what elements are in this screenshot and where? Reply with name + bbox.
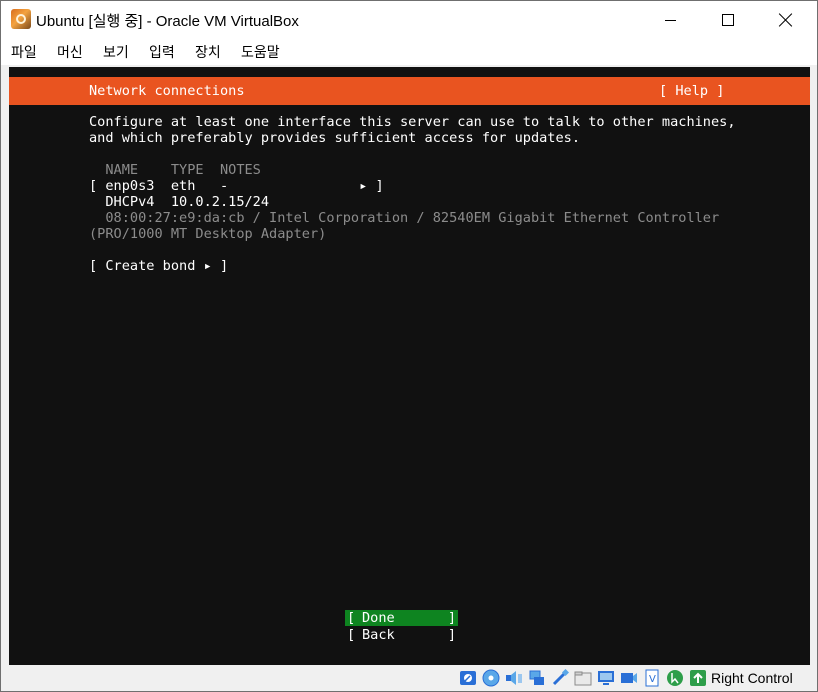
- interface-address: DHCPv4 10.0.2.15/24: [89, 194, 270, 210]
- create-bond-button[interactable]: [ Create bond ▸ ]: [89, 258, 228, 274]
- help-button[interactable]: [ Help ]: [659, 83, 724, 99]
- usb-icon[interactable]: [551, 668, 570, 687]
- minimize-button[interactable]: [647, 1, 693, 39]
- description-line-1: Configure at least one interface this se…: [89, 114, 736, 130]
- host-key-icon[interactable]: [689, 669, 707, 687]
- virtualbox-window: Ubuntu [실행 중] - Oracle VM VirtualBox 파일 …: [0, 0, 818, 692]
- virtualization-icon[interactable]: V: [643, 669, 661, 687]
- installer-header: Network connections [ Help ]: [9, 77, 810, 105]
- menu-file[interactable]: 파일: [11, 42, 37, 62]
- title-bar[interactable]: Ubuntu [실행 중] - Oracle VM VirtualBox: [1, 1, 817, 39]
- menu-view[interactable]: 보기: [103, 42, 129, 62]
- window-title: Ubuntu [실행 중] - Oracle VM VirtualBox: [36, 13, 299, 30]
- menu-bar: 파일 머신 보기 입력 장치 도움말: [1, 39, 817, 65]
- hard-disk-icon[interactable]: [459, 669, 477, 687]
- vm-display[interactable]: Network connections [ Help ] Configure a…: [9, 67, 810, 665]
- close-icon: [779, 13, 793, 27]
- done-bracket-close: ]: [447, 610, 456, 626]
- maximize-icon: [722, 14, 734, 26]
- menu-machine[interactable]: 머신: [57, 42, 83, 62]
- display-icon[interactable]: [597, 669, 615, 687]
- minimize-icon: [664, 19, 676, 21]
- menu-devices[interactable]: 장치: [195, 42, 221, 62]
- host-key-label: Right Control: [711, 670, 793, 686]
- menu-help[interactable]: 도움말: [241, 42, 280, 62]
- back-button[interactable]: [ Back ]: [345, 627, 458, 643]
- shared-folder-icon[interactable]: [574, 669, 592, 687]
- menu-input[interactable]: 입력: [149, 42, 175, 62]
- done-button[interactable]: [ Done ]: [345, 610, 458, 626]
- back-label: Back: [362, 627, 395, 643]
- back-bracket-close: ]: [447, 627, 456, 643]
- interface-hardware-info: 08:00:27:e9:da:cb / Intel Corporation / …: [89, 210, 720, 226]
- interface-row-enp0s3[interactable]: [ enp0s3 eth - ▸ ]: [89, 178, 384, 194]
- table-header: NAME TYPE NOTES: [89, 162, 261, 178]
- close-button[interactable]: [763, 1, 809, 39]
- maximize-button[interactable]: [705, 1, 751, 39]
- svg-text:V: V: [649, 674, 656, 685]
- page-title: Network connections: [89, 83, 245, 99]
- optical-drive-icon[interactable]: [482, 669, 500, 687]
- status-bar: V Right Control: [1, 665, 817, 691]
- recording-icon[interactable]: [620, 669, 638, 687]
- mouse-integration-icon[interactable]: [666, 669, 684, 687]
- done-bracket-open: [: [347, 610, 356, 626]
- network-icon[interactable]: [528, 669, 546, 687]
- description-line-2: and which preferably provides sufficient…: [89, 130, 581, 146]
- virtualbox-logo-icon: [11, 9, 31, 29]
- audio-icon[interactable]: [505, 669, 523, 687]
- interface-hardware-info-cont: (PRO/1000 MT Desktop Adapter): [89, 226, 327, 242]
- done-label: Done: [362, 610, 395, 626]
- back-bracket-open: [: [347, 627, 356, 643]
